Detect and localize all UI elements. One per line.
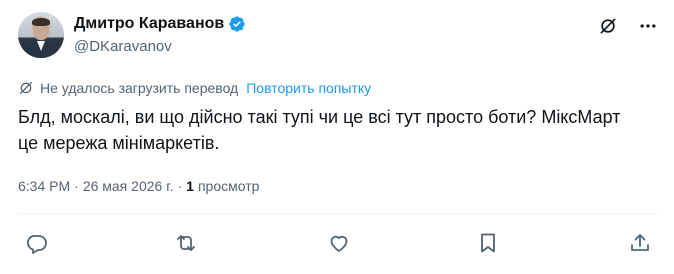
retry-translation-link[interactable]: Повторить попытку xyxy=(246,80,371,96)
meta-separator: · xyxy=(177,178,183,194)
tweet-time[interactable]: 6:34 PM xyxy=(18,178,70,194)
user-handle[interactable]: @DKaravanov xyxy=(74,37,246,57)
grok-translate-icon[interactable] xyxy=(598,16,618,36)
action-bar xyxy=(18,229,658,257)
reply-icon[interactable] xyxy=(24,231,48,255)
author-info: Дмитро Караванов @DKaravanov xyxy=(74,14,246,57)
avatar[interactable] xyxy=(18,12,64,58)
like-icon[interactable] xyxy=(327,231,351,255)
tweet-meta: 6:34 PM · 26 мая 2026 г. · 1 просмотр xyxy=(18,178,259,194)
translate-failed-icon xyxy=(18,80,34,96)
divider xyxy=(18,213,658,214)
translation-status: Не удалось загрузить перевод Повторить п… xyxy=(18,80,371,96)
display-name[interactable]: Дмитро Караванов xyxy=(74,14,224,34)
views-label: просмотр xyxy=(197,178,260,194)
header-actions xyxy=(598,16,658,36)
tweet-date[interactable]: 26 мая 2026 г. xyxy=(83,178,174,194)
retweet-icon[interactable] xyxy=(174,231,198,255)
display-name-row[interactable]: Дмитро Караванов xyxy=(74,14,246,34)
meta-separator: · xyxy=(74,178,79,194)
verified-badge-icon[interactable] xyxy=(228,15,246,33)
tweet-header: Дмитро Караванов @DKaravanov xyxy=(18,12,658,60)
translation-error-text: Не удалось загрузить перевод xyxy=(40,80,239,96)
more-icon[interactable] xyxy=(638,16,658,36)
share-icon[interactable] xyxy=(628,231,652,255)
bookmark-icon[interactable] xyxy=(476,231,500,255)
tweet-text: Блд, москалі, ви що дійсно такі тупі чи … xyxy=(18,107,621,153)
views-count: 1 xyxy=(186,178,194,194)
